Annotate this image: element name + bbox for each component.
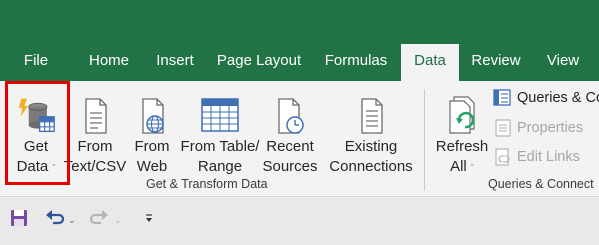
- edit-links-label: Edit Links: [517, 149, 580, 165]
- recent-sources-label-2: Sources: [262, 158, 318, 175]
- existing-connections-button[interactable]: Existing Connections: [328, 87, 414, 183]
- tab-page-layout[interactable]: Page Layout: [213, 44, 305, 81]
- tab-review[interactable]: Review: [467, 44, 525, 81]
- chevron-down-icon: ˇ: [52, 163, 56, 173]
- from-table-range-button[interactable]: From Table/ Range: [180, 87, 260, 183]
- customize-qat-button[interactable]: [144, 208, 154, 232]
- get-data-label: Get: [23, 138, 49, 155]
- properties-label: Properties: [517, 120, 584, 136]
- menu-bar: File Home Insert Page Layout Formulas Da…: [0, 0, 599, 81]
- group-label-queries-connections: Queries & Connect: [488, 177, 594, 191]
- database-lightning-icon: [16, 87, 56, 137]
- table-icon: [200, 87, 240, 137]
- queries-connections-button[interactable]: Queries & Co: [492, 87, 599, 109]
- tab-file[interactable]: File: [14, 44, 58, 81]
- existing-connections-label: Existing: [344, 138, 398, 155]
- quick-access-toolbar: ⌄ ⌄: [0, 198, 599, 245]
- from-text-csv-label-2: Text/CSV: [63, 158, 127, 175]
- redo-button[interactable]: ⌄: [89, 208, 122, 232]
- from-web-label: From: [134, 138, 170, 155]
- text-file-icon: [75, 87, 115, 137]
- group-label-get-transform: Get & Transform Data: [146, 177, 268, 191]
- clock-file-icon: [270, 87, 310, 137]
- save-icon: [10, 209, 28, 232]
- tab-data[interactable]: Data: [401, 44, 459, 81]
- from-web-button[interactable]: From Web: [128, 87, 176, 183]
- group-separator: [424, 89, 425, 191]
- properties-button[interactable]: Properties: [492, 117, 583, 139]
- undo-icon: [44, 209, 65, 232]
- tab-view[interactable]: View: [540, 44, 586, 81]
- recent-sources-label: Recent: [266, 138, 314, 155]
- edit-links-icon: [492, 147, 514, 167]
- connections-file-icon: [351, 87, 391, 137]
- undo-button[interactable]: ⌄: [44, 208, 76, 232]
- tab-formulas[interactable]: Formulas: [320, 44, 392, 81]
- customize-qat-icon: [144, 211, 154, 230]
- queries-connections-label: Queries & Co: [517, 90, 599, 106]
- recent-sources-button[interactable]: Recent Sources: [262, 87, 318, 183]
- chevron-down-icon: ˇ: [470, 163, 474, 173]
- refresh-all-button[interactable]: Refresh All ˇ: [434, 87, 490, 183]
- get-data-label-2: Data: [16, 158, 49, 175]
- refresh-all-label: Refresh: [435, 138, 489, 155]
- refresh-all-label-2: All: [450, 158, 467, 175]
- ribbon: Get Data ˇ From Text/CSV From Web From T…: [0, 81, 599, 197]
- from-text-csv-button[interactable]: From Text/CSV: [64, 87, 126, 183]
- properties-icon: [492, 118, 514, 138]
- tab-insert[interactable]: Insert: [150, 44, 200, 81]
- from-web-label-2: Web: [136, 158, 168, 175]
- save-button[interactable]: [10, 208, 28, 232]
- from-text-csv-label: From: [77, 138, 113, 155]
- edit-links-button[interactable]: Edit Links: [492, 146, 580, 168]
- web-file-icon: [132, 87, 172, 137]
- redo-icon: [89, 209, 110, 232]
- get-data-button[interactable]: Get Data ˇ: [8, 87, 64, 183]
- from-table-range-label-2: Range: [197, 158, 243, 175]
- chevron-down-icon[interactable]: ⌄: [68, 215, 76, 226]
- from-table-range-label: From Table/: [180, 138, 260, 155]
- existing-connections-label-2: Connections: [329, 158, 413, 175]
- refresh-icon: [442, 87, 482, 137]
- tab-home[interactable]: Home: [82, 44, 136, 81]
- queries-icon: [492, 88, 514, 108]
- chevron-down-icon[interactable]: ⌄: [114, 215, 122, 226]
